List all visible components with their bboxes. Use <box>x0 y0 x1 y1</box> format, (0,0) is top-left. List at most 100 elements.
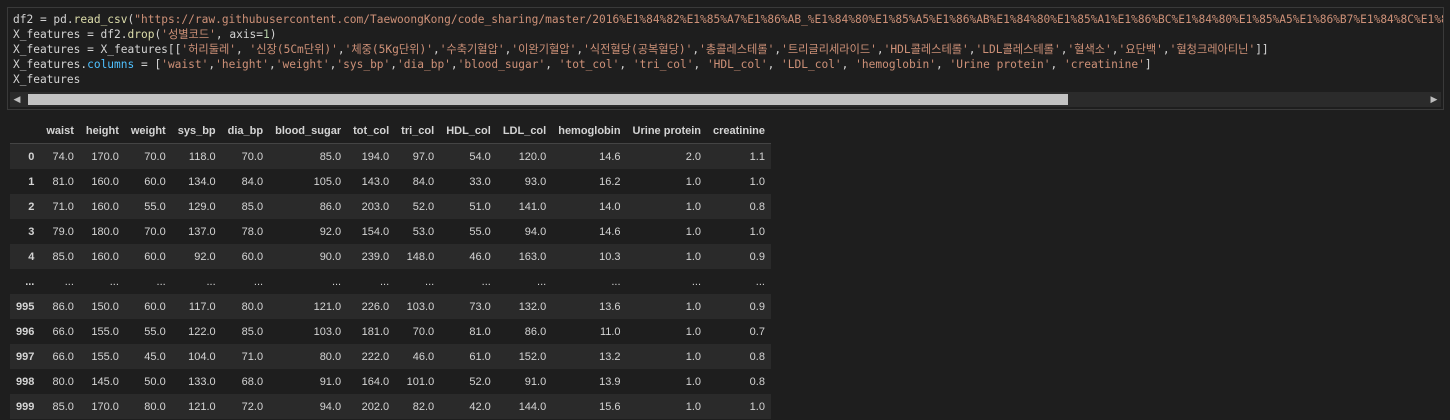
code-token: 'blood_sugar' <box>457 58 546 71</box>
code-token: , <box>935 58 950 71</box>
code-token: '총콜레스테롤' <box>699 43 775 56</box>
code-token: ]] <box>1255 43 1269 56</box>
column-header: weight <box>124 118 172 144</box>
table-cell: 155.0 <box>91 325 119 338</box>
table-cell: 16.2 <box>599 175 621 188</box>
table-row: 2 71.0 160.0 55.0 129.0 85.0 86.0 203.0 52.0 51.0… <box>10 194 771 219</box>
code-token: '이완기혈압' <box>511 43 577 56</box>
code-token: , <box>236 43 250 56</box>
row-index: 995 <box>16 300 35 313</box>
code-token: columns <box>87 58 135 71</box>
row-index: 0 <box>28 150 35 163</box>
column-header: height <box>79 118 125 144</box>
column-header: tri_col <box>395 118 441 144</box>
table-cell: 13.9 <box>599 375 621 388</box>
table-cell: 1.0 <box>685 400 701 413</box>
table-body: 0 74.0 170.0 70.0 118.0 70.0 85.0 194.0 97.0 54.0… <box>10 143 771 419</box>
table-cell: 60.0 <box>144 300 166 313</box>
table-cell: 104.0 <box>188 350 216 363</box>
code-token: , <box>1111 43 1119 56</box>
table-cell: 78.0 <box>241 225 264 238</box>
column-header: blood_sugar <box>269 118 348 144</box>
table-cell: 97.0 <box>412 150 435 163</box>
column-header: hemoglobin <box>552 118 627 144</box>
table-cell: 85.0 <box>241 200 264 213</box>
table-cell: 81.0 <box>469 325 491 338</box>
code-token: 'height' <box>215 58 269 71</box>
table-cell: 10.3 <box>599 250 621 263</box>
table-cell: 92.0 <box>319 225 342 238</box>
code-token: '신장(5Cm단위)' <box>249 43 338 56</box>
table-cell: 226.0 <box>361 300 390 313</box>
table-cell: 133.0 <box>188 375 216 388</box>
scrollbar-thumb[interactable] <box>28 94 1068 105</box>
table-cell: 79.0 <box>52 225 74 238</box>
code-line: X_features = X_features[['허리둘레', '신장(5Cm… <box>13 42 1443 57</box>
table-cell: 222.0 <box>361 350 390 363</box>
table-cell: 117.0 <box>188 300 216 313</box>
table-cell: 194.0 <box>361 150 390 163</box>
table-cell: 160.0 <box>91 175 119 188</box>
table-cell: 170.0 <box>91 150 119 163</box>
code-line: df2 = pd.read_csv("https://raw.githubuse… <box>13 12 1443 27</box>
table-row: 998 80.0 145.0 50.0 133.0 68.0 91.0 164.0 101.0 5… <box>10 369 771 394</box>
code-token: '성별코드' <box>161 28 216 41</box>
code-token: 'Urine protein' <box>949 58 1051 71</box>
scroll-left-icon[interactable]: ◀ <box>10 92 24 107</box>
table-cell: 81.0 <box>52 175 74 188</box>
code-token: 'hemoglobin' <box>855 58 936 71</box>
table-row: 996 66.0 155.0 55.0 122.0 85.0 103.0 181.0 70.0 8… <box>10 319 771 344</box>
table-cell: 121.0 <box>188 400 216 413</box>
table-cell: 180.0 <box>91 225 119 238</box>
table-cell: 61.0 <box>469 350 491 363</box>
code-token: drop <box>127 28 155 41</box>
row-index: 4 <box>28 250 35 263</box>
table-cell: 148.0 <box>406 250 435 263</box>
code-token: 'HDL콜레스테롤' <box>883 43 969 56</box>
table-cell: 71.0 <box>241 350 264 363</box>
code-cell-input[interactable]: df2 = pd.read_csv("https://raw.githubuse… <box>7 7 1444 110</box>
table-cell: 84.0 <box>412 175 435 188</box>
table-row: 3 79.0 180.0 70.0 137.0 78.0 92.0 154.0 53.0 55.0… <box>10 219 771 244</box>
table-cell: 160.0 <box>91 200 119 213</box>
scroll-right-icon[interactable]: ▶ <box>1427 92 1441 107</box>
table-cell: 103.0 <box>313 325 342 338</box>
code-token: ] <box>1144 58 1152 71</box>
column-header: dia_bp <box>221 118 270 144</box>
table-cell: 145.0 <box>91 375 119 388</box>
table-cell: 80.0 <box>319 350 342 363</box>
table-cell: 33.0 <box>469 175 491 188</box>
code-token: 'LDL콜레스테롤' <box>975 43 1061 56</box>
code-token: '트리글리세라이드' <box>781 43 877 56</box>
code-token: X_features <box>13 73 81 86</box>
table-cell: 93.0 <box>524 175 547 188</box>
table-cell: 92.0 <box>194 250 216 263</box>
table-cell: 1.0 <box>685 250 701 263</box>
table-cell: 144.0 <box>518 400 547 413</box>
table-cell: 60.0 <box>144 175 166 188</box>
code-editor[interactable]: df2 = pd.read_csv("https://raw.githubuse… <box>13 12 1443 87</box>
table-cell: 137.0 <box>188 225 216 238</box>
row-index: 1 <box>28 175 35 188</box>
table-cell: 11.0 <box>599 325 621 338</box>
table-cell: 68.0 <box>241 375 264 388</box>
column-header: tot_col <box>347 118 396 144</box>
horizontal-scrollbar[interactable]: ◀ ▶ <box>10 92 1441 107</box>
code-token: , <box>876 43 884 56</box>
code-token: X_features. <box>13 58 88 71</box>
table-cell: 85.0 <box>52 250 74 263</box>
code-token: '요단백' <box>1118 43 1163 56</box>
table-cell: 85.0 <box>241 325 264 338</box>
code-token: , <box>545 58 559 71</box>
table-cell: 51.0 <box>469 200 491 213</box>
table-cell: ... <box>611 275 621 288</box>
table-cell: 239.0 <box>361 250 390 263</box>
table-cell: 1.0 <box>685 325 701 338</box>
table-cell: 13.6 <box>599 300 621 313</box>
code-token: , <box>619 58 633 71</box>
table-cell: ... <box>253 275 264 288</box>
row-index: 998 <box>16 375 35 388</box>
code-token: = [ <box>134 58 162 71</box>
table-row: 1 81.0 160.0 60.0 134.0 84.0 105.0 143.0 84.0 33.… <box>10 169 771 194</box>
column-header: HDL_col <box>440 118 497 144</box>
